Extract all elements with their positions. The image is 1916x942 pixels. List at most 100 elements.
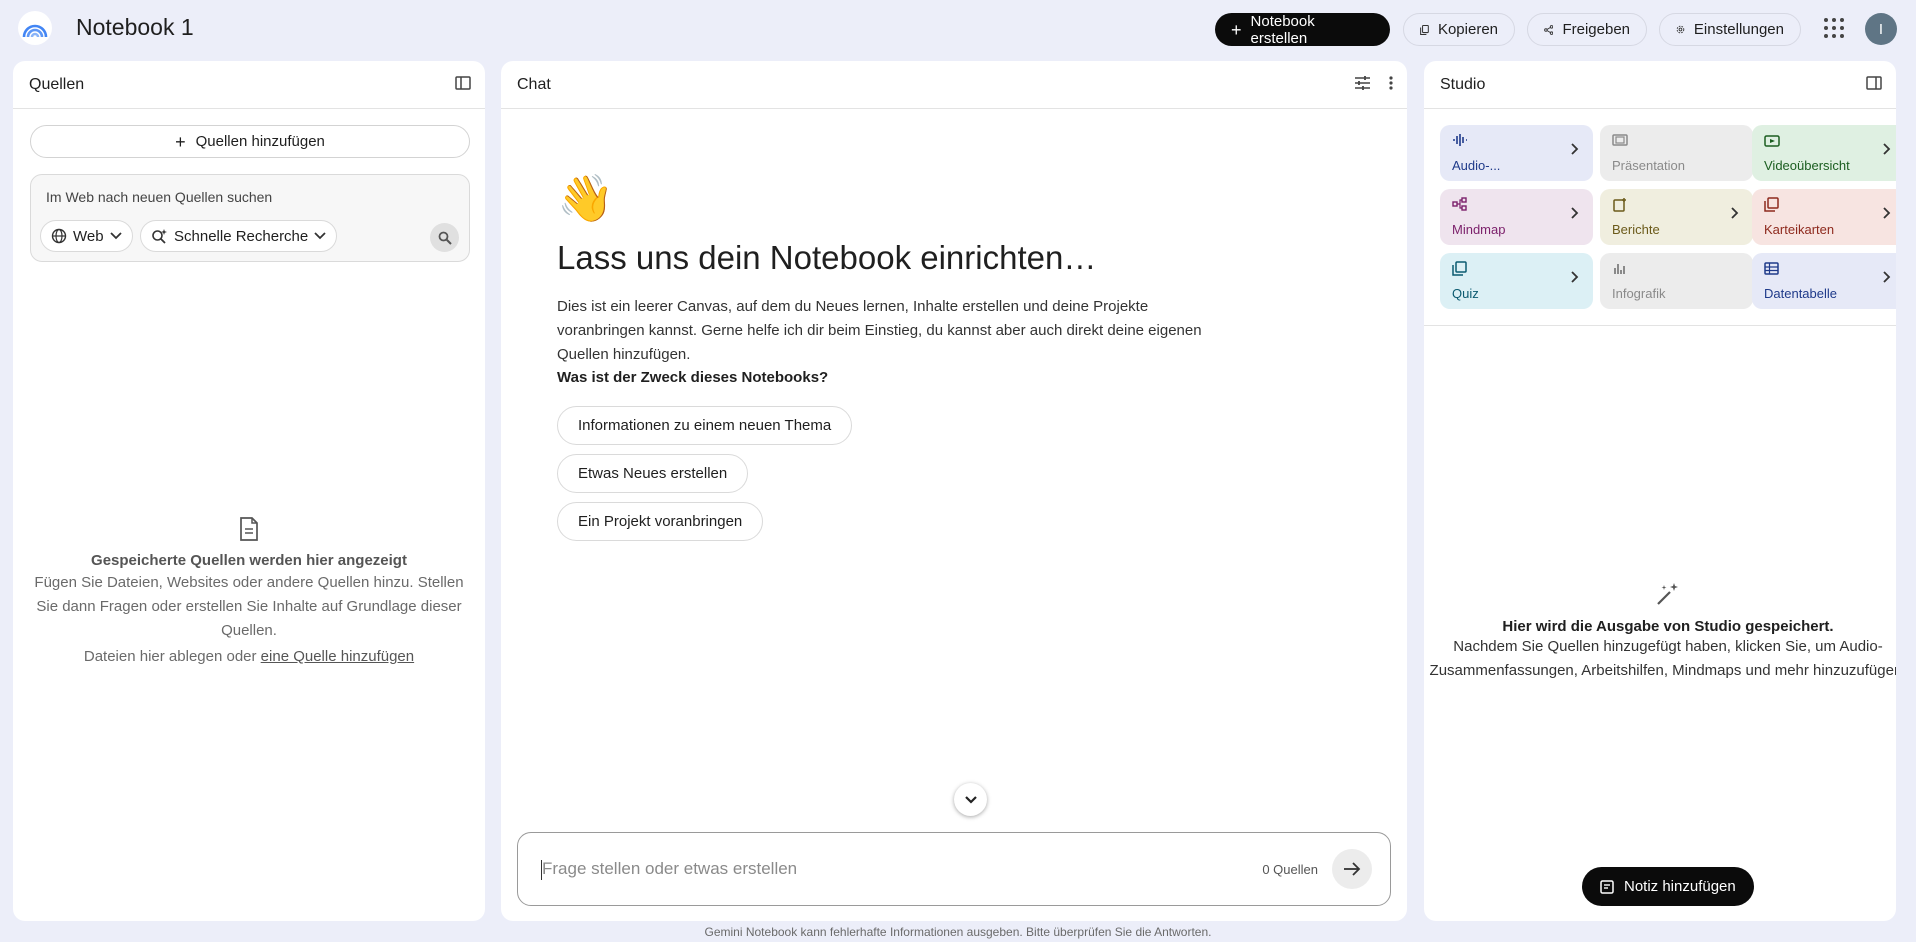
studio-tile-label: Quiz — [1452, 286, 1479, 301]
settings-label: Einstellungen — [1693, 21, 1784, 38]
sources-drop-hint: Dateien hier ablegen oder eine Quelle hi… — [27, 645, 471, 669]
chevron-right-icon — [1883, 271, 1891, 283]
chat-panel: Chat 👋 Lass uns dein Notebook einrichten… — [501, 61, 1407, 921]
add-note-button[interactable]: Notiz hinzufügen — [1582, 867, 1754, 906]
notebook-logo-icon[interactable] — [18, 11, 52, 45]
studio-tile-videoübersicht[interactable]: Videoübersicht — [1752, 125, 1896, 181]
send-button[interactable] — [1332, 849, 1372, 889]
chevron-down-icon — [109, 232, 122, 240]
create-notebook-button[interactable]: + Notebook erstellen — [1215, 12, 1390, 47]
suggestion-chip[interactable]: Etwas Neues erstellen — [557, 454, 749, 493]
web-source-dropdown[interactable]: Web — [40, 220, 133, 252]
studio-tile-label: Berichte — [1612, 222, 1660, 237]
chevron-right-icon — [1571, 143, 1579, 155]
avatar[interactable]: I — [1865, 13, 1897, 45]
sources-panel: Quellen + Quellen hinzufügen Im Web nach… — [13, 61, 485, 921]
studio-tile-infografik[interactable]: Infografik — [1600, 253, 1753, 309]
source-count: 0 Quellen — [1262, 862, 1318, 877]
reports-icon — [1613, 198, 1626, 212]
studio-divider — [1424, 325, 1896, 326]
drop-text: Dateien hier ablegen oder — [83, 648, 261, 665]
sources-empty-text: Fügen Sie Dateien, Websites oder andere … — [34, 574, 464, 639]
waving-hand-icon: 👋 — [557, 172, 615, 224]
studio-tile-audio[interactable]: Audio-... — [1440, 125, 1593, 181]
chevron-right-icon — [1731, 207, 1739, 219]
add-sources-label: Quellen hinzufügen — [195, 133, 325, 150]
share-label: Freigeben — [1562, 21, 1630, 38]
chevron-right-icon — [1571, 271, 1579, 283]
quiz-icon — [1452, 261, 1467, 276]
studio-tile-quiz[interactable]: Quiz — [1440, 253, 1593, 309]
chevron-right-icon — [1571, 207, 1579, 219]
web-search-box[interactable]: Im Web nach neuen Quellen suchen Web Sch… — [30, 174, 470, 262]
studio-tile-label: Infografik — [1612, 286, 1666, 301]
arrow-right-icon — [1344, 862, 1361, 876]
footer-disclaimer: Gemini Notebook kann fehlerhafte Informa… — [704, 925, 1212, 939]
chat-heading: Lass uns dein Notebook einrichten… — [557, 239, 1097, 276]
studio-panel: Studio Audio-... Präsentation Videoübersic… — [1424, 61, 1896, 921]
chat-intro: Dies ist ein leerer Canvas, auf dem du N… — [557, 298, 1202, 363]
chat-settings-icon[interactable] — [1354, 75, 1371, 91]
studio-title: Studio — [1440, 75, 1486, 93]
chat-question: Was ist der Zweck dieses Notebooks? — [557, 369, 829, 386]
slides-icon — [1612, 134, 1628, 146]
gear-icon — [1676, 25, 1685, 34]
studio-tile-label: Datentabelle — [1764, 286, 1837, 301]
note-icon — [1600, 879, 1614, 894]
add-sources-button[interactable]: + Quellen hinzufügen — [30, 125, 470, 158]
studio-empty-text: Nachdem Sie Quellen hinzugefügt haben, k… — [1429, 638, 1896, 679]
copy-icon — [1420, 24, 1429, 35]
studio-tile-mindmap[interactable]: Mindmap — [1440, 189, 1593, 245]
magic-wand-icon — [1657, 583, 1678, 605]
suggestion-chip[interactable]: Informationen zu einem neuen Thema — [557, 406, 853, 445]
chevron-down-icon — [314, 232, 326, 240]
add-source-link[interactable]: eine Quelle hinzufügen — [261, 648, 414, 665]
studio-tile-datentabelle[interactable]: Datentabelle — [1752, 253, 1896, 309]
chevron-right-icon — [1883, 207, 1891, 219]
research-chip-label: Schnelle Recherche — [174, 227, 309, 245]
studio-empty-title: Hier wird die Ausgabe von Studio gespeic… — [1502, 618, 1834, 635]
sources-title: Quellen — [29, 75, 85, 93]
copy-label: Kopieren — [1437, 21, 1498, 38]
web-search-input[interactable]: Im Web nach neuen Quellen suchen — [46, 189, 272, 205]
audio-wave-icon — [1453, 134, 1467, 146]
studio-tile-karteikarten[interactable]: Karteikarten — [1752, 189, 1896, 245]
sources-empty-state: Gespeicherte Quellen werden hier angezei… — [13, 517, 485, 669]
sources-empty-title: Gespeicherte Quellen werden hier angezei… — [91, 552, 407, 569]
sparkle-search-icon — [152, 229, 167, 244]
add-note-label: Notiz hinzufügen — [1624, 878, 1736, 895]
studio-tile-berichte[interactable]: Berichte — [1600, 189, 1753, 245]
studio-tile-label: Videoübersicht — [1764, 158, 1850, 173]
top-bar: Notebook 1 + Notebook erstellen Kopieren… — [0, 0, 1916, 58]
studio-tile-präsentation[interactable]: Präsentation — [1600, 125, 1753, 181]
chat-header: Chat — [501, 61, 1407, 109]
datatable-icon — [1764, 262, 1779, 275]
chat-title: Chat — [517, 75, 551, 93]
mindmap-icon — [1452, 197, 1467, 211]
more-vert-icon[interactable] — [1389, 75, 1393, 91]
search-submit-button[interactable] — [430, 223, 459, 252]
plus-icon: + — [175, 131, 186, 152]
share-button[interactable]: Freigeben — [1527, 13, 1647, 46]
plus-icon: + — [1231, 19, 1242, 40]
studio-tile-label: Karteikarten — [1764, 222, 1835, 237]
infographic-icon — [1614, 264, 1625, 274]
globe-icon — [51, 228, 67, 244]
notebook-title[interactable]: Notebook 1 — [76, 14, 194, 41]
studio-empty-state: Hier wird die Ausgabe von Studio gespeic… — [1424, 581, 1896, 683]
document-icon — [240, 517, 258, 541]
apps-grid-icon[interactable] — [1824, 18, 1844, 38]
studio-tile-label: Präsentation — [1612, 158, 1685, 173]
studio-tile-label: Mindmap — [1452, 222, 1506, 237]
scroll-down-button[interactable] — [954, 783, 987, 816]
create-notebook-label: Notebook erstellen — [1250, 12, 1315, 47]
search-icon — [438, 231, 452, 245]
suggestion-chip[interactable]: Ein Projekt voranbringen — [557, 502, 764, 541]
chat-input-field[interactable]: Frage stellen oder etwas erstellen — [542, 859, 797, 879]
copy-button[interactable]: Kopieren — [1403, 13, 1515, 46]
collapse-panel-icon[interactable] — [1866, 75, 1882, 91]
settings-button[interactable]: Einstellungen — [1659, 13, 1801, 46]
research-mode-dropdown[interactable]: Schnelle Recherche — [140, 220, 338, 252]
collapse-panel-icon[interactable] — [455, 75, 471, 91]
chat-input-box[interactable]: Frage stellen oder etwas erstellen 0 Que… — [517, 832, 1391, 906]
